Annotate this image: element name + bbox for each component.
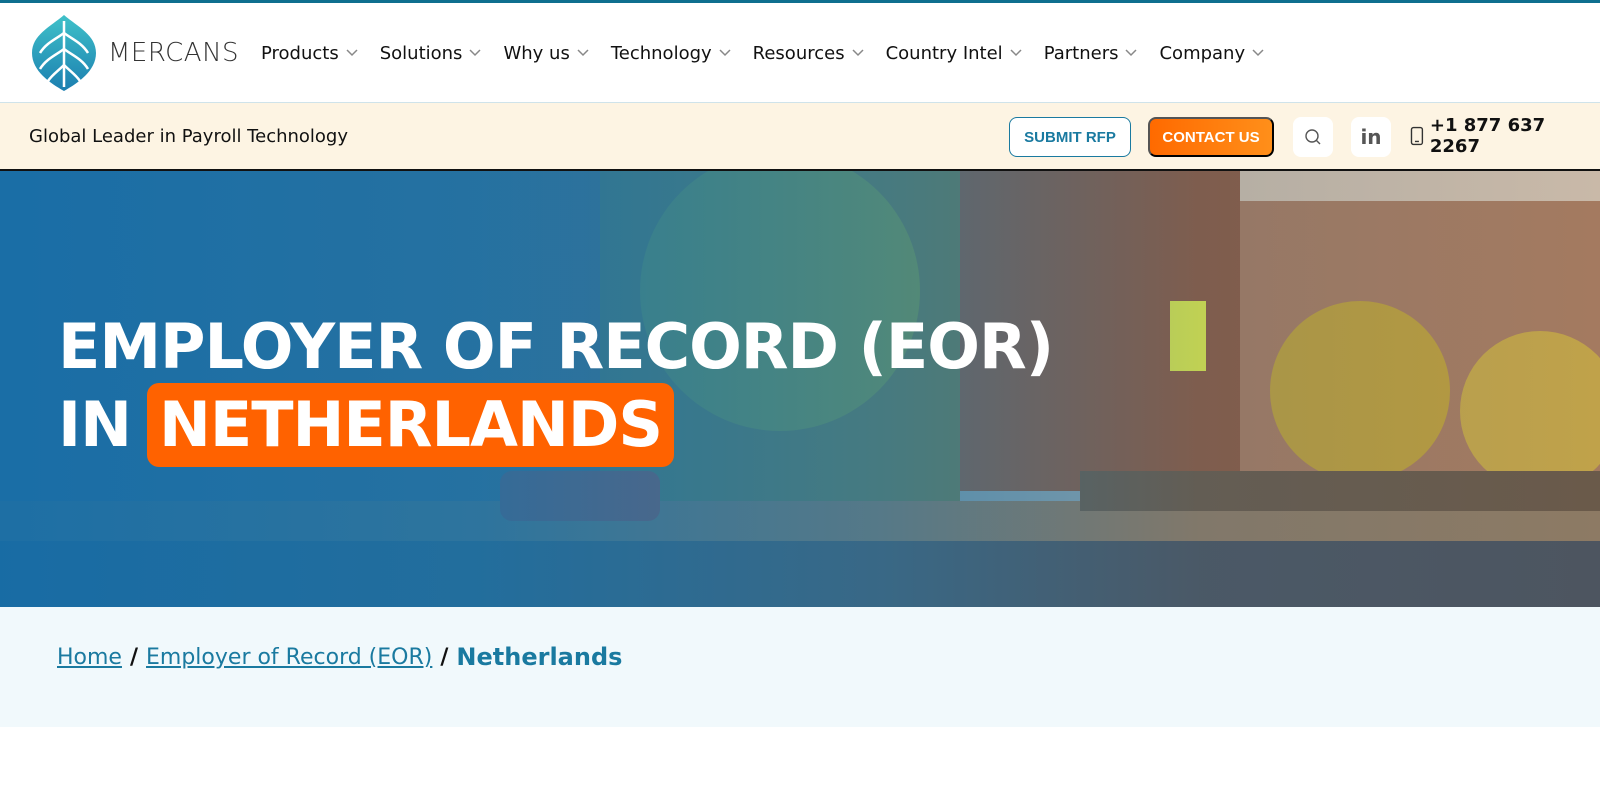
site-logo[interactable]: MERCANS <box>28 13 239 93</box>
submit-rfp-button[interactable]: SUBMIT RFP <box>1009 117 1131 157</box>
phone-link[interactable]: +1 877 637 2267 <box>1410 103 1600 169</box>
nav-item-company[interactable]: Company <box>1159 43 1264 64</box>
mercans-logo-icon <box>32 15 96 91</box>
nav-item-label: Why us <box>503 42 570 64</box>
breadcrumb-separator: / <box>440 644 449 670</box>
breadcrumb-separator: / <box>129 644 139 670</box>
nav-item-technology[interactable]: Technology <box>611 43 731 64</box>
nav-item-why-us[interactable]: Why us <box>503 42 589 64</box>
breadcrumb-section: Home / Employer of Record (EOR) / Nether… <box>0 607 1600 727</box>
chevron-down-icon <box>469 49 481 57</box>
nav-item-label: Resources <box>752 42 845 64</box>
logo-wordmark: MERCANS <box>108 38 240 68</box>
nav-item-label: Company <box>1159 42 1246 64</box>
chevron-down-icon <box>1125 49 1138 57</box>
phone-number: +1 877 637 2267 <box>1429 115 1546 157</box>
breadcrumb-current: Netherlands <box>456 643 623 671</box>
hero-banner: EMPLOYER OF RECORD (EOR) IN NETHERLANDS <box>0 171 1600 607</box>
chevron-down-icon <box>852 49 864 57</box>
hero-title-prefix: IN <box>58 388 132 461</box>
nav-item-solutions[interactable]: Solutions <box>380 43 482 64</box>
search-button[interactable] <box>1293 117 1333 157</box>
site-header: MERCANS Products Solutions Why us Techno… <box>0 3 1600 103</box>
hero-title-line2: IN NETHERLANDS <box>58 383 1053 467</box>
breadcrumb-eor-link[interactable]: Employer of Record (EOR) <box>146 645 432 670</box>
nav-item-label: Solutions <box>379 42 463 64</box>
nav-item-country-intel[interactable]: Country Intel <box>886 43 1022 64</box>
chevron-down-icon <box>719 49 731 57</box>
nav-item-label: Products <box>261 42 339 64</box>
chevron-down-icon <box>577 49 589 57</box>
nav-item-label: Technology <box>610 42 712 64</box>
linkedin-button[interactable]: in <box>1351 117 1391 157</box>
hero-title: EMPLOYER OF RECORD (EOR) IN NETHERLANDS <box>58 310 1054 467</box>
chevron-down-icon <box>1010 49 1022 57</box>
main-nav: Products Solutions Why us Technology Res… <box>261 3 1286 103</box>
breadcrumb: Home / Employer of Record (EOR) / Nether… <box>57 643 622 671</box>
utility-bar: Global Leader in Payroll Technology SUBM… <box>0 103 1600 171</box>
contact-us-button[interactable]: CONTACT US <box>1148 117 1274 157</box>
chevron-down-icon <box>1252 49 1264 57</box>
search-icon <box>1305 129 1321 145</box>
hero-country-highlight: NETHERLANDS <box>146 383 674 467</box>
nav-item-label: Partners <box>1043 42 1119 64</box>
breadcrumb-home-link[interactable]: Home <box>57 645 122 670</box>
hero-title-line1: EMPLOYER OF RECORD (EOR) <box>58 310 1054 383</box>
nav-item-partners[interactable]: Partners <box>1044 43 1138 64</box>
phone-icon <box>1410 126 1424 146</box>
tagline: Global Leader in Payroll Technology <box>29 125 349 147</box>
linkedin-icon: in <box>1360 125 1382 149</box>
nav-item-products[interactable]: Products <box>261 43 358 64</box>
nav-item-resources[interactable]: Resources <box>753 43 864 64</box>
nav-item-label: Country Intel <box>885 42 1003 64</box>
chevron-down-icon <box>346 49 358 57</box>
